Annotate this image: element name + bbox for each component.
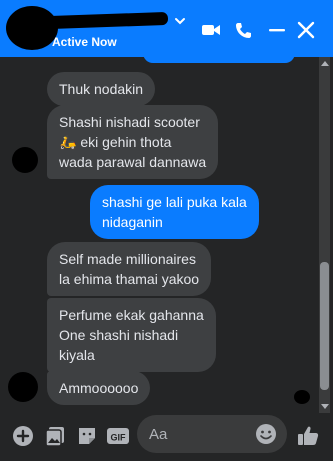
message-bubble-outgoing: shashi ge lali puka kala nidaganin	[90, 185, 259, 239]
message-bubble-incoming: Perfume ekak gahanna One shashi nishadi …	[47, 298, 216, 372]
contact-name-redacted[interactable]	[47, 11, 169, 30]
message-bubble-incoming: Self made millionaires la ehima thamai y…	[47, 242, 212, 296]
message-bubble-incoming: Thuk nodakin	[47, 72, 156, 106]
contact-avatar-small[interactable]	[8, 372, 38, 402]
svg-text:GIF: GIF	[111, 433, 127, 443]
chevron-down-icon[interactable]	[173, 14, 187, 28]
scroll-up-arrow-icon[interactable]	[321, 61, 329, 66]
video-call-icon[interactable]	[200, 20, 222, 40]
add-icon[interactable]	[12, 425, 34, 447]
active-status: Active Now	[52, 35, 117, 49]
message-list[interactable]: Thuk nodakin Shashi nishadi scooter 🛵 ek…	[0, 57, 333, 413]
seen-avatar	[294, 390, 310, 404]
minimize-icon[interactable]	[266, 20, 288, 40]
photo-icon[interactable]	[44, 425, 66, 447]
gif-icon[interactable]: GIF	[106, 425, 130, 447]
scrollbar-thumb[interactable]	[320, 262, 329, 390]
emoji-icon[interactable]	[255, 423, 277, 445]
message-bubble-outgoing-partial	[143, 57, 295, 63]
contact-avatar-small[interactable]	[12, 147, 38, 173]
message-input-container[interactable]	[137, 415, 287, 453]
scrollbar[interactable]	[319, 57, 330, 413]
message-input[interactable]	[149, 424, 249, 444]
composer-bar: GIF	[0, 413, 333, 461]
phone-icon[interactable]	[233, 20, 255, 40]
scroll-down-arrow-icon[interactable]	[321, 404, 329, 409]
sticker-icon[interactable]	[76, 425, 98, 447]
chat-header: Active Now	[0, 0, 333, 57]
close-icon[interactable]	[295, 20, 317, 40]
message-bubble-incoming: Shashi nishadi scooter 🛵 eki gehin thota…	[47, 105, 219, 179]
message-bubble-incoming: Ammoooooo	[47, 371, 151, 405]
like-icon[interactable]	[296, 424, 320, 448]
